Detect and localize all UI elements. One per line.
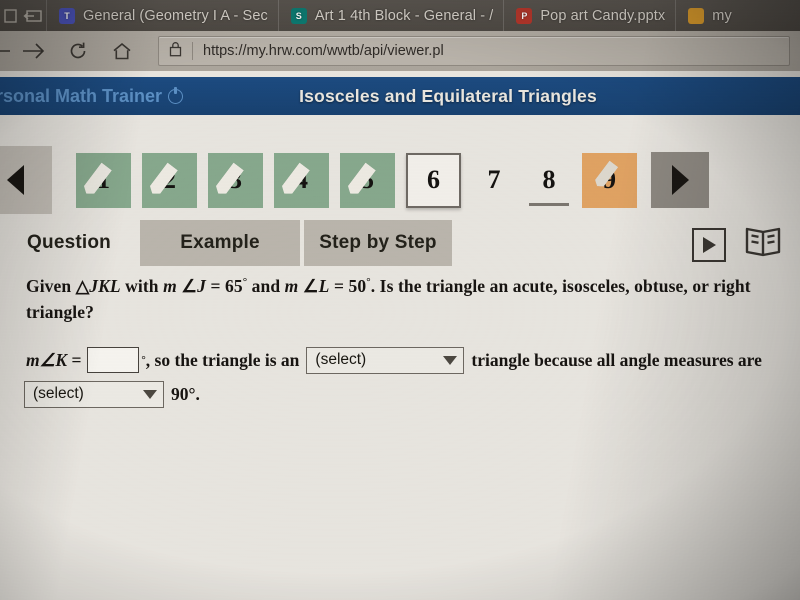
window-menu-icon[interactable]	[0, 0, 20, 31]
browser-tab-1[interactable]: S Art 1 4th Block - General - /	[277, 0, 504, 31]
angle-symbol: ∠	[302, 276, 319, 296]
angle-value: 65	[225, 276, 243, 296]
equals-sign: =	[329, 276, 349, 296]
step-button-5[interactable]: 5	[340, 152, 395, 208]
video-play-icon[interactable]	[692, 227, 726, 262]
select-value: (select)	[33, 385, 84, 403]
question-body: Given △JKL with m ∠J = 65° and m ∠L = 50…	[24, 273, 774, 408]
step-button-9[interactable]: 9	[582, 152, 637, 208]
tab-label: Step by Step	[319, 232, 437, 253]
answer-mid-text: , so the triangle is an	[145, 349, 300, 370]
question-text-part: and	[247, 276, 285, 296]
step-label: 3	[229, 165, 242, 194]
next-arrow-icon[interactable]	[651, 152, 709, 208]
answer-tail-text: 90°.	[171, 383, 200, 404]
tool-icon-group	[692, 226, 782, 263]
reload-icon[interactable]	[56, 31, 100, 71]
open-book-icon[interactable]	[744, 226, 782, 263]
web-page-content: ersonal Math Trainer Isosceles and Equil…	[0, 71, 800, 600]
step-button-1[interactable]: 1	[76, 152, 131, 208]
question-text-part: with	[120, 276, 164, 296]
browser-tab-2[interactable]: P Pop art Candy.pptx	[503, 0, 675, 31]
measure-symbol: m	[163, 276, 177, 296]
browser-tab-label: Pop art Candy.pptx	[540, 7, 666, 24]
previous-arrow-icon[interactable]	[0, 146, 52, 214]
powerpoint-icon: P	[516, 7, 533, 24]
next-triangle	[671, 165, 689, 195]
forward-arrow-icon[interactable]	[12, 31, 56, 71]
triangle-symbol: △	[75, 276, 90, 296]
step-button-7[interactable]: 7	[472, 153, 516, 208]
answer-row-2: (select) 90°.	[24, 380, 774, 408]
screen-photo: T General (Geometry I A - Sec S Art 1 4t…	[0, 0, 800, 600]
generic-dot-icon	[688, 7, 705, 24]
step-label: 7	[487, 165, 501, 194]
step-button-3[interactable]: 3	[208, 152, 263, 208]
angle-symbol: ∠	[39, 349, 56, 370]
lock-icon	[169, 41, 182, 62]
browser-tab-label: Art 1 4th Block - General - /	[314, 7, 494, 24]
step-button-6[interactable]: 6	[406, 152, 461, 208]
select-value: (select)	[315, 351, 367, 369]
page-title: Isosceles and Equilateral Triangles	[299, 85, 597, 106]
browser-tab-3[interactable]: my	[675, 0, 742, 31]
triangle-type-select[interactable]: (select)	[306, 346, 465, 374]
teams-icon: T	[59, 7, 75, 24]
answer-after-select-text: triangle because all angle measures are	[471, 349, 762, 370]
angle-k-input[interactable]	[87, 347, 140, 374]
address-bar-divider	[192, 42, 193, 60]
tab-step-by-step[interactable]: Step by Step	[304, 220, 452, 266]
measure-symbol: m	[26, 349, 40, 370]
tab-example[interactable]: Example	[140, 220, 300, 266]
play-triangle	[702, 236, 716, 253]
tab-label: Example	[180, 232, 260, 253]
step-label: 4	[295, 165, 308, 194]
question-text-part: Given	[26, 276, 76, 296]
step-navigation: 1 2 3 4 5 6 7 8 9	[0, 146, 800, 214]
browser-tab-label: my	[712, 7, 732, 24]
step-label: 1	[97, 165, 110, 194]
step-list: 1 2 3 4 5 6 7 8 9	[76, 152, 637, 208]
address-bar-url: https://my.hrw.com/wwtb/api/viewer.pl	[203, 43, 444, 59]
app-header: ersonal Math Trainer Isosceles and Equil…	[0, 77, 800, 115]
back-arrow-icon[interactable]	[0, 31, 12, 71]
angle-name: K	[55, 349, 68, 370]
content-tab-bar: Question Example Step by Step	[0, 214, 800, 272]
comparison-select[interactable]: (select)	[24, 380, 164, 408]
answer-lead: m∠K =	[26, 344, 81, 377]
step-label: 5	[361, 165, 374, 194]
measure-symbol: m	[284, 276, 299, 296]
step-button-4[interactable]: 4	[274, 152, 329, 208]
address-bar[interactable]: https://my.hrw.com/wwtb/api/viewer.pl	[158, 36, 790, 66]
triangle-name: JKL	[89, 276, 121, 296]
equals-sign: =	[205, 276, 225, 296]
browser-tab-0[interactable]: T General (Geometry I A - Sec	[46, 0, 278, 31]
browser-tab-strip: T General (Geometry I A - Sec S Art 1 4t…	[0, 0, 800, 31]
chevron-down-icon	[443, 355, 458, 365]
step-label: 9	[603, 165, 616, 194]
answer-row-1: m∠K = ° , so the triangle is an (select)…	[26, 344, 774, 377]
step-button-8[interactable]: 8	[527, 153, 571, 208]
step-label: 6	[427, 165, 440, 194]
step-label: 2	[163, 165, 176, 194]
question-text: Given △JKL with m ∠J = 65° and m ∠L = 50…	[26, 273, 774, 326]
chevron-down-icon	[143, 389, 157, 399]
browser-navigation-bar: https://my.hrw.com/wwtb/api/viewer.pl	[0, 31, 800, 71]
tab-list-icon[interactable]	[20, 0, 46, 31]
equals-sign: =	[67, 349, 82, 370]
sway-icon: S	[290, 7, 307, 24]
tab-question[interactable]: Question	[0, 220, 144, 266]
angle-name: L	[318, 276, 330, 296]
step-label: 8	[542, 165, 556, 194]
angle-symbol: ∠	[181, 276, 198, 296]
home-icon[interactable]	[100, 31, 144, 71]
previous-triangle	[6, 165, 24, 195]
tab-label: Question	[27, 232, 111, 253]
angle-value: 50	[348, 276, 367, 296]
angle-name: J	[197, 276, 206, 296]
browser-tab-label: General (Geometry I A - Sec	[83, 7, 268, 24]
step-button-2[interactable]: 2	[142, 152, 197, 208]
